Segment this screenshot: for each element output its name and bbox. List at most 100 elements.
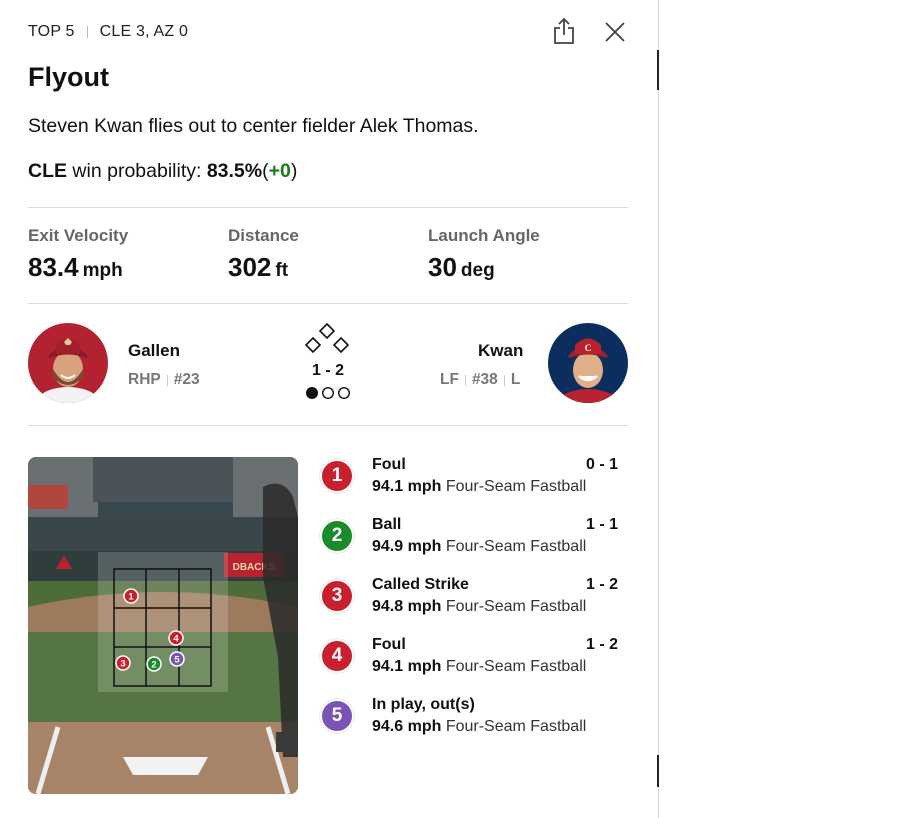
pitch-speed-type: 94.9 mph Four-Seam Fastball [372,538,586,556]
pitch-location-number: 1 [128,592,134,603]
pitch-number-badge: 5 [320,699,354,733]
pitcher-hand: RHP [128,371,161,388]
pitch-type: Four-Seam Fastball [445,658,587,675]
batter-bats: L [510,371,521,388]
pitch-speed-type: 94.8 mph Four-Seam Fastball [372,598,586,616]
pitch-location-marker[interactable]: 3 [115,655,131,671]
pitch-row[interactable]: 3 Called Strike 1 - 2 94.8 mph Four-Seam… [320,575,620,625]
pitch-result: Called Strike [372,576,469,593]
info-separator [166,374,168,386]
pitch-number-badge: 2 [320,519,354,553]
win-prob-team: CLE [28,160,67,182]
share-button[interactable] [551,16,577,46]
score-label: CLE 3, AZ 0 [99,23,189,40]
outs-indicator [305,386,351,400]
batter-info: LF #38 L [440,371,520,389]
pitch-count: 1 - 2 [585,636,618,653]
pitch-row[interactable]: 5 In play, out(s) 94.6 mph Four-Seam Fas… [320,695,620,745]
batter-number: #38 [471,371,498,388]
pitch-location-number: 4 [173,634,179,645]
pitch-speed-type: 94.6 mph Four-Seam Fastball [372,718,586,736]
pitcher-info: RHP #23 [128,371,200,389]
pitch-location-marker[interactable]: 4 [168,630,184,646]
pitch-row[interactable]: 2 Ball 1 - 1 94.9 mph Four-Seam Fastball [320,515,620,565]
pitch-count: 0 - 1 [585,456,618,473]
pitch-type: Four-Seam Fastball [445,538,587,555]
pitch-location-plot: 1 2 3 4 5 [115,588,185,672]
close-icon [605,22,625,42]
pitch-type: Four-Seam Fastball [445,478,587,495]
play-description: Steven Kwan flies out to center fielder … [28,115,479,137]
stat-value: 30 [428,252,457,282]
stat-unit: deg [460,260,495,281]
batter-headshot-image: C [548,323,628,403]
pitch-speed-type: 94.1 mph Four-Seam Fastball [372,658,586,676]
panel-edge [658,0,659,818]
batter-name[interactable]: Kwan [478,341,523,361]
stat-unit: mph [82,260,123,281]
inning-label: TOP 5 [28,23,75,40]
stat-value: 83.4 [28,252,79,282]
win-probability: CLE win probability: 83.5%(+0) [28,160,297,183]
pitch-number-badge: 3 [320,579,354,613]
win-prob-delta: +0 [268,160,291,182]
pitch-speed: 94.9 mph [372,538,442,555]
pitcher-name[interactable]: Gallen [128,341,180,361]
pitch-count: 1 - 2 [585,576,618,593]
pitch-location-marker[interactable]: 5 [169,651,185,667]
stat-value: 302 [228,252,272,282]
pitch-result: In play, out(s) [372,696,475,713]
stat-launch-angle: Launch Angle 30 deg [428,226,540,283]
divider [28,425,628,426]
pitch-location-marker[interactable]: 2 [146,656,162,672]
stat-exit-velocity: Exit Velocity 83.4 mph [28,226,128,283]
play-title: Flyout [28,62,109,92]
pitcher-headshot-image [28,323,108,403]
pitch-speed: 94.6 mph [372,718,442,735]
win-prob-value: 83.5% [206,160,263,182]
pitch-row[interactable]: 1 Foul 0 - 1 94.1 mph Four-Seam Fastball [320,455,620,505]
pitch-location-number: 5 [174,655,180,666]
pitch-location-marker[interactable]: 1 [123,588,139,604]
strike-zone-field: DBACKS 12345 [28,457,298,794]
pitcher-avatar[interactable] [28,323,108,403]
divider [28,207,628,208]
ball-strike-count: 1 - 2 [311,362,344,379]
svg-text:C: C [585,343,592,353]
divider [28,303,628,304]
share-icon [554,17,574,44]
info-separator [464,374,466,386]
win-prob-close: ) [290,160,298,182]
win-prob-label: win probability: [72,160,202,182]
pitch-location-number: 2 [151,660,156,671]
pitch-type: Four-Seam Fastball [445,718,587,735]
batter-avatar[interactable]: C [548,323,628,403]
pitch-number-badge: 4 [320,639,354,673]
pitcher-number: #23 [173,371,200,388]
pitch-result: Foul [372,456,406,473]
pitch-speed: 94.8 mph [372,598,442,615]
status-separator [86,26,88,38]
close-button[interactable] [603,20,627,44]
pitch-speed: 94.1 mph [372,478,442,495]
pitch-result: Foul [372,636,406,653]
pitch-number-badge: 1 [320,459,354,493]
stat-label: Exit Velocity [28,226,129,245]
bases-diamond-icon [304,322,350,354]
game-status-bar: TOP 5 CLE 3, AZ 0 [28,22,188,42]
pitch-location-number: 3 [120,659,125,670]
stat-distance: Distance 302 ft [228,226,299,283]
stat-label: Distance [228,226,299,245]
pitch-result: Ball [372,516,402,533]
batter-position: LF [440,371,459,388]
info-separator [503,374,505,386]
pitch-speed-type: 94.1 mph Four-Seam Fastball [372,478,586,496]
stat-label: Launch Angle [428,226,540,245]
panel-edge-shadow [657,50,659,90]
pitch-row[interactable]: 4 Foul 1 - 2 94.1 mph Four-Seam Fastball [320,635,620,685]
panel-edge-shadow [657,755,659,787]
play-detail-panel: TOP 5 CLE 3, AZ 0 Flyout Steven Kwan fli… [0,0,658,818]
pitch-count: 1 - 1 [585,516,618,533]
pitch-speed: 94.1 mph [372,658,442,675]
pitch-type: Four-Seam Fastball [445,598,587,615]
